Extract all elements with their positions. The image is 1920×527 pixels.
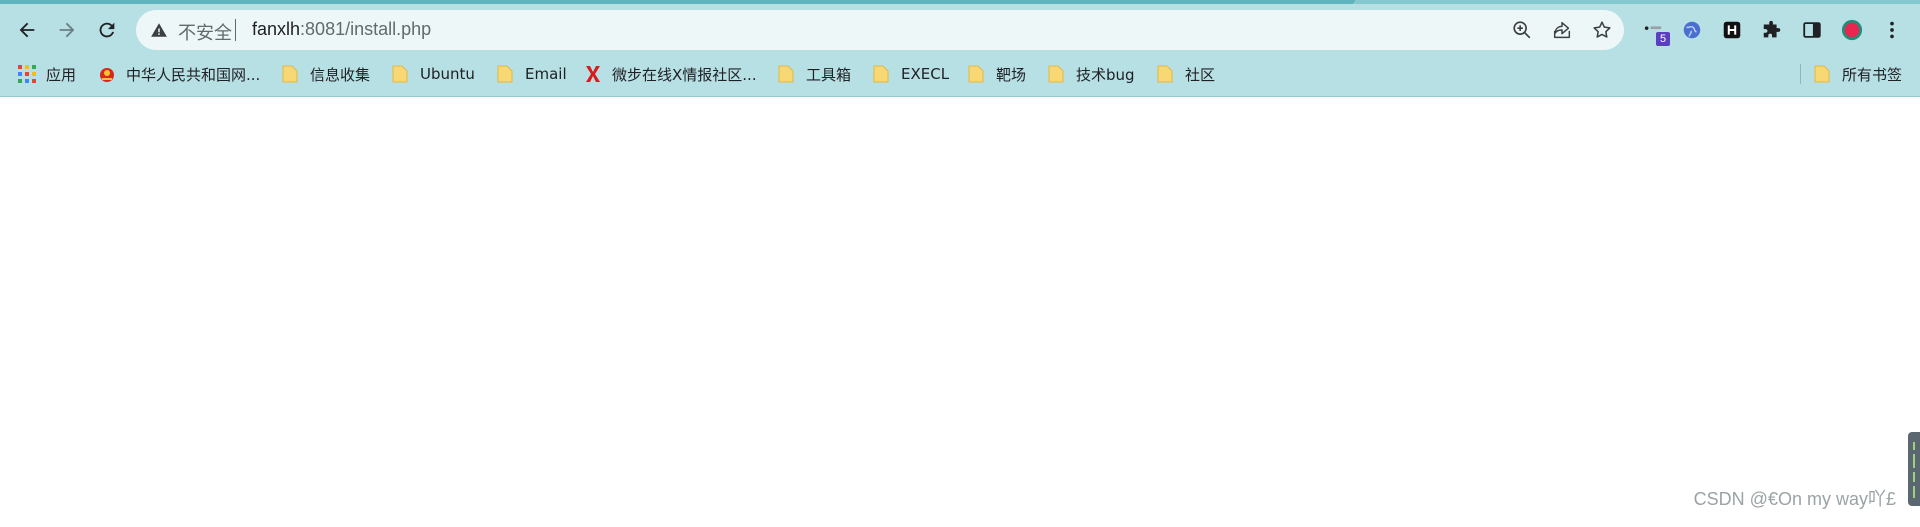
bookmark-folder[interactable]: 工具箱: [778, 60, 851, 88]
all-bookmarks-folder[interactable]: 所有书签: [1814, 60, 1902, 88]
bookmark-label: 社区: [1185, 65, 1216, 84]
bookmark-folder[interactable]: EXECL: [873, 60, 949, 88]
bookmark-label: 中华人民共和国网...: [126, 65, 261, 84]
zoom-button[interactable]: [1510, 18, 1534, 42]
bookmarks-separator: [1800, 64, 1801, 84]
avatar: [1841, 19, 1863, 41]
url-path: :8081/install.php: [300, 19, 432, 39]
bookmark-folder[interactable]: Ubuntu: [392, 60, 475, 88]
forward-arrow-icon: [59, 22, 75, 38]
extensions-button[interactable]: [1756, 14, 1788, 46]
security-label[interactable]: 不安全: [178, 19, 232, 45]
extension-counter[interactable]: 5: [1638, 14, 1670, 46]
reload-button[interactable]: [89, 12, 125, 48]
tab-strip: [0, 0, 1920, 4]
forward-button[interactable]: [49, 12, 85, 48]
side-panel-button[interactable]: [1796, 14, 1828, 46]
globe-icon: [1683, 21, 1701, 39]
national-emblem-icon: [100, 68, 114, 82]
bookmark-label: 工具箱: [806, 65, 852, 84]
threatbook-x-icon: [586, 66, 600, 82]
extension-h[interactable]: [1716, 14, 1748, 46]
menu-button[interactable]: [1876, 14, 1908, 46]
folder-icon: [1157, 65, 1173, 83]
puzzle-icon: [1763, 20, 1781, 38]
bookmark-label: 信息收集: [310, 65, 371, 84]
share-icon: [1553, 21, 1571, 39]
folder-icon: [778, 65, 794, 83]
profile-button[interactable]: [1836, 14, 1868, 46]
watermark: CSDN @€On my way吖£: [1693, 489, 1896, 509]
bookmark-label: EXECL: [901, 65, 950, 83]
folder-icon: [497, 65, 513, 83]
back-arrow-icon: [19, 22, 35, 38]
bookmark-star-icon: [1593, 21, 1611, 38]
bookmark-label: Email: [525, 65, 567, 83]
folder-icon: [873, 65, 889, 83]
back-button[interactable]: [9, 12, 45, 48]
bookmark-folder[interactable]: 社区: [1157, 60, 1215, 88]
bookmark-folder[interactable]: 靶场: [968, 60, 1026, 88]
bookmark-label: 所有书签: [1842, 65, 1903, 84]
bookmark-label: 靶场: [996, 65, 1027, 84]
floating-side-handle[interactable]: [1908, 432, 1920, 506]
bookmarks-bar: 应用 中华人民共和国网... 信息收集 Ubuntu Email 微步在线X情报…: [0, 58, 1920, 90]
url-text[interactable]: fanxlh:8081/install.php: [252, 19, 431, 40]
folder-icon: [968, 65, 984, 83]
url-host: fanxlh: [252, 19, 301, 39]
share-button[interactable]: [1550, 18, 1574, 42]
bookmark-label: 技术bug: [1076, 65, 1135, 84]
omnibox-divider: [235, 19, 236, 41]
folder-icon: [1048, 65, 1064, 83]
bookmark-apps[interactable]: 应用: [18, 60, 76, 88]
bookmark-star-button[interactable]: [1590, 18, 1614, 42]
h-extension-icon: [1723, 21, 1741, 39]
bookmark-label: 微步在线X情报社区...: [612, 65, 757, 84]
page-content: [0, 97, 1920, 527]
extension-badge: 5: [1656, 32, 1670, 46]
folder-icon: [392, 65, 408, 83]
bookmark-label: 应用: [46, 65, 77, 84]
bookmark-folder[interactable]: 信息收集: [282, 60, 370, 88]
reload-icon: [99, 22, 115, 38]
active-tab-indicator[interactable]: [0, 0, 1355, 4]
zoom-icon: [1513, 21, 1531, 39]
bookmark-label: Ubuntu: [420, 65, 475, 83]
folder-icon: [282, 65, 298, 83]
bookmark-folder[interactable]: 技术bug: [1048, 60, 1135, 88]
toolbar: 不安全 fanxlh:8081/install.php 5: [0, 8, 1920, 52]
bookmark-item[interactable]: 中华人民共和国网...: [98, 60, 260, 88]
browser-chrome: 不安全 fanxlh:8081/install.php 5 应用 中华人民共和国…: [0, 0, 1920, 97]
side-panel-icon: [1803, 22, 1821, 38]
extension-globe[interactable]: [1676, 14, 1708, 46]
address-bar[interactable]: 不安全 fanxlh:8081/install.php: [136, 10, 1624, 50]
bookmark-folder[interactable]: Email: [497, 60, 567, 88]
warning-icon: [151, 23, 167, 37]
apps-grid-icon: [18, 65, 36, 83]
kebab-menu-icon: [1890, 21, 1894, 39]
bookmark-item[interactable]: 微步在线X情报社区...: [584, 60, 757, 88]
folder-icon: [1814, 65, 1830, 83]
